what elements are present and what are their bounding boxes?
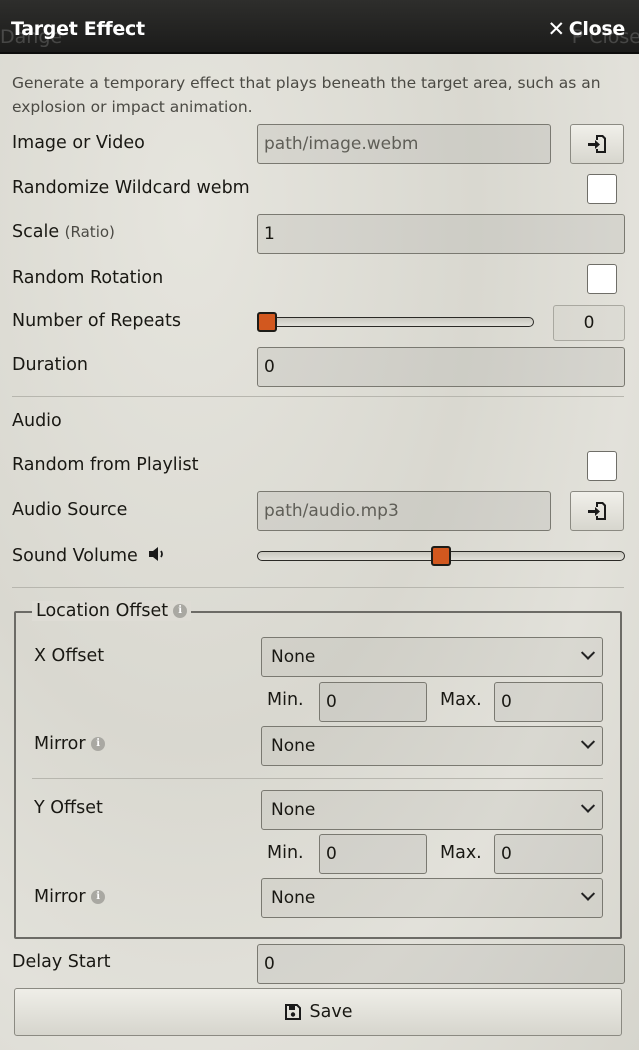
file-import-icon [588,135,606,153]
save-label: Save [309,1002,353,1022]
y-max-label: Max. [440,843,482,863]
random-playlist-label: Random from Playlist [12,455,199,475]
y-offset-selected: None [271,800,316,820]
window-header[interactable]: Dange P Close Target Effect ✕ Close [0,0,639,54]
audio-file-picker-button[interactable] [570,491,624,531]
x-mirror-text: Mirror [34,734,86,754]
repeats-slider-track[interactable] [257,317,534,327]
delay-start-input[interactable]: 0 [257,944,625,984]
sound-volume-label: Sound Volume [12,545,167,566]
info-icon[interactable]: i [91,737,106,751]
info-icon[interactable]: i [173,604,188,618]
randomize-wildcard-label: Randomize Wildcard webm [12,178,250,198]
scale-input[interactable]: 1 [257,214,625,254]
random-rotation-checkbox[interactable] [587,264,617,294]
location-divider [32,778,603,779]
chevron-down-icon [580,886,596,901]
random-rotation-label: Random Rotation [12,268,164,288]
x-min-label: Min. [267,690,304,710]
y-min-input[interactable]: 0 [319,834,427,874]
y-mirror-label: Mirror i [34,887,106,907]
y-max-input[interactable]: 0 [494,834,603,874]
x-offset-selected: None [271,647,316,667]
x-offset-label: X Offset [34,646,105,666]
duration-input[interactable]: 0 [257,347,625,387]
x-max-input[interactable]: 0 [494,682,603,722]
x-offset-select[interactable]: None [261,637,603,677]
chevron-down-icon [580,645,596,660]
volume-icon [149,547,164,561]
audio-path-input[interactable]: path/audio.mp3 [257,491,551,531]
section-divider [12,587,624,588]
x-mirror-label: Mirror i [34,734,106,754]
volume-slider-thumb[interactable] [431,546,451,566]
close-button[interactable]: ✕ Close [547,18,625,40]
image-label: Image or Video [12,133,145,153]
scale-hint: (Ratio) [64,223,115,241]
repeats-slider-thumb[interactable] [257,312,277,332]
duration-label: Duration [12,355,89,375]
chevron-down-icon [580,734,596,749]
randomize-wildcard-checkbox[interactable] [587,174,617,204]
chevron-down-icon [580,798,596,813]
close-icon: ✕ [547,16,565,41]
scale-label: Scale (Ratio) [12,222,115,242]
delay-start-label: Delay Start [12,952,111,972]
x-mirror-selected: None [271,736,316,756]
repeats-label: Number of Repeats [12,311,182,331]
random-playlist-checkbox[interactable] [587,451,617,481]
image-path-input[interactable]: path/image.webm [257,124,551,164]
y-mirror-text: Mirror [34,887,86,907]
y-offset-select[interactable]: None [261,790,603,830]
y-min-label: Min. [267,843,304,863]
location-offset-legend: Location Offset i [32,601,192,621]
y-mirror-select[interactable]: None [261,878,603,918]
audio-source-label: Audio Source [12,500,128,520]
info-icon[interactable]: i [91,890,106,904]
x-max-label: Max. [440,690,482,710]
section-divider [12,396,624,397]
x-min-input[interactable]: 0 [319,682,427,722]
y-offset-label: Y Offset [34,798,103,818]
location-offset-title: Location Offset [36,601,169,621]
repeats-value: 0 [553,305,625,341]
x-mirror-select[interactable]: None [261,726,603,766]
save-button[interactable]: Save [14,988,622,1036]
form-notes: Generate a temporary effect that plays b… [12,74,601,116]
target-effect-window: Dange P Close Target Effect ✕ Close Gene… [0,0,639,1050]
sound-volume-text: Sound Volume [12,546,138,566]
audio-heading: Audio [12,411,62,431]
window-title: Target Effect [11,18,145,40]
file-import-icon [588,502,606,520]
y-mirror-selected: None [271,888,316,908]
image-file-picker-button[interactable] [570,124,624,164]
scale-label-text: Scale [12,222,60,242]
close-label: Close [568,18,626,40]
save-icon [284,1004,301,1020]
